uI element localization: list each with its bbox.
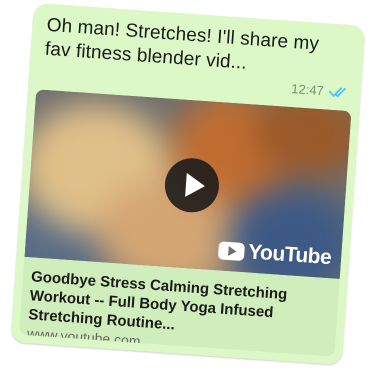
chat-screen: Oh man! Stretches! I'll share my fav fit… (0, 0, 384, 374)
message-meta: 12:47 (291, 81, 349, 100)
video-thumbnail[interactable]: YouTube (24, 89, 352, 279)
double-check-read-icon (328, 87, 346, 97)
message-time: 12:47 (290, 80, 325, 99)
message-text: Oh man! Stretches! I'll share my fav fit… (44, 14, 320, 74)
youtube-play-icon (217, 241, 245, 262)
message-bubble[interactable]: Oh man! Stretches! I'll share my fav fit… (10, 2, 366, 366)
link-preview-card[interactable]: YouTube Goodbye Stress Calming Stretchin… (19, 89, 352, 357)
